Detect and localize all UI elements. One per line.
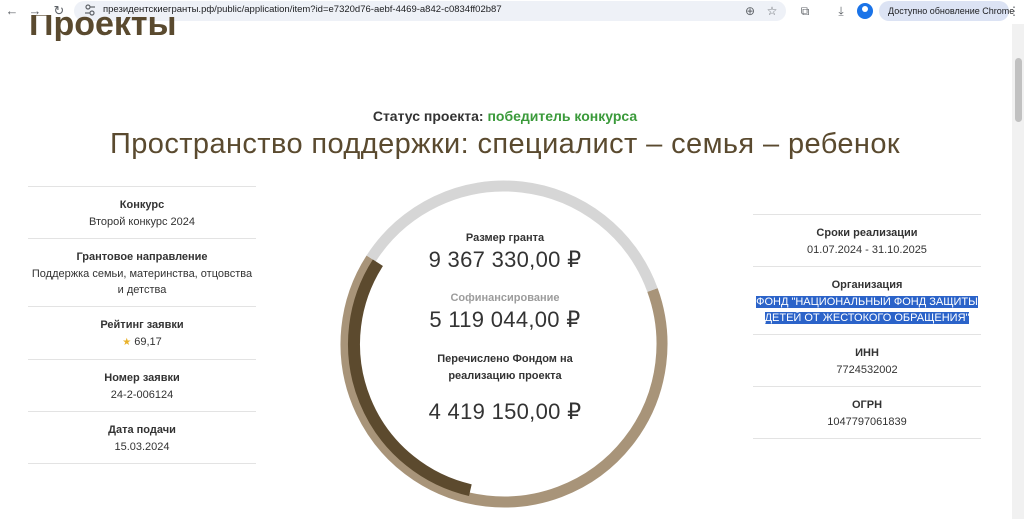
zoom-icon[interactable]: ⊕ (741, 2, 759, 20)
transferred-value-block: 4 419 150,00 ₽ (380, 399, 630, 425)
status-label: Статус проекта: (372, 108, 484, 124)
right-info-column: Сроки реализации 01.07.2024 - 31.10.2025… (753, 214, 981, 439)
scrollbar-thumb[interactable] (1015, 58, 1022, 122)
organization-name[interactable]: ФОНД "НАЦИОНАЛЬНЫЙ ФОНД ЗАЩИТЫ ДЕТЕЙ ОТ … (753, 294, 981, 326)
info-submission-date: Дата подачи 15.03.2024 (28, 411, 256, 464)
info-label: Грантовое направление (76, 251, 208, 263)
info-value: 7724532002 (836, 364, 898, 376)
grant-size-label: Размер гранта (465, 232, 545, 244)
info-implementation-period: Сроки реализации 01.07.2024 - 31.10.2025 (753, 214, 981, 266)
cofinancing-label: Софинансирование (450, 292, 560, 304)
info-organization: Организация ФОНД "НАЦИОНАЛЬНЫЙ ФОНД ЗАЩИ… (753, 266, 981, 334)
organization-name-text[interactable]: ФОНД "НАЦИОНАЛЬНЫЙ ФОНД ЗАЩИТЫ ДЕТЕЙ ОТ … (756, 296, 978, 324)
transferred-block: Перечислено Фондом на реализацию проекта (420, 351, 590, 385)
info-label: ОГРН (851, 399, 883, 411)
info-label: ИНН (855, 347, 879, 359)
bookmark-star-icon[interactable]: ☆ (763, 2, 781, 20)
info-value: 24-2-006124 (110, 389, 174, 401)
info-application-number: Номер заявки 24-2-006124 (28, 359, 256, 411)
back-icon[interactable]: ← (3, 2, 21, 20)
profile-avatar-icon[interactable] (857, 3, 873, 19)
cofinancing-value: 5 119 044,00 ₽ (429, 307, 581, 332)
info-label: Сроки реализации (816, 227, 918, 239)
site-info-icon[interactable] (84, 3, 96, 17)
info-label: Конкурс (119, 199, 165, 211)
grant-size-block: Размер гранта 9 367 330,00 ₽ (380, 232, 630, 273)
info-value: Второй конкурс 2024 (88, 216, 196, 228)
transferred-label: Перечислено Фондом на реализацию проекта (437, 353, 573, 382)
info-value-row: ★ 69,17 (28, 334, 256, 351)
info-inn: ИНН 7724532002 (753, 334, 981, 386)
info-label: Организация (831, 279, 903, 291)
project-status: Статус проекта: победитель конкурса (0, 108, 1010, 124)
download-icon[interactable]: ⤓ (832, 2, 850, 20)
info-label: Номер заявки (104, 372, 180, 384)
info-value: 15.03.2024 (114, 441, 170, 453)
info-label: Рейтинг заявки (100, 319, 184, 331)
info-label: Дата подачи (108, 424, 176, 436)
info-contest: Конкурс Второй конкурс 2024 (28, 186, 256, 238)
left-info-column: Конкурс Второй конкурс 2024 Грантовое на… (28, 186, 256, 464)
star-icon: ★ (122, 337, 132, 348)
project-title: Пространство поддержки: специалист – сем… (110, 128, 900, 160)
more-menu-icon[interactable]: ⋮ (1005, 2, 1023, 20)
grant-size-value: 9 367 330,00 ₽ (428, 247, 582, 272)
info-value: 1047797061839 (827, 416, 907, 428)
info-value: Поддержка семьи, материнства, отцовства … (31, 268, 253, 296)
status-value: победитель конкурса (487, 108, 638, 124)
info-grant-direction: Грантовое направление Поддержка семьи, м… (28, 238, 256, 306)
funding-ring-chart (340, 180, 668, 508)
cofinancing-block: Софинансирование 5 119 044,00 ₽ (380, 292, 630, 333)
chrome-update-button[interactable]: Доступно обновление Chrome (879, 1, 1014, 21)
info-rating: Рейтинг заявки ★ 69,17 (28, 306, 256, 359)
info-ogrn: ОГРН 1047797061839 (753, 386, 981, 439)
info-value: 01.07.2024 - 31.10.2025 (807, 244, 927, 256)
url-text[interactable]: президентскиегранты.рф/public/applicatio… (103, 4, 502, 15)
extensions-icon[interactable]: ⧉ (796, 2, 814, 20)
rating-value: 69,17 (134, 336, 162, 348)
transferred-value: 4 419 150,00 ₽ (428, 399, 582, 424)
